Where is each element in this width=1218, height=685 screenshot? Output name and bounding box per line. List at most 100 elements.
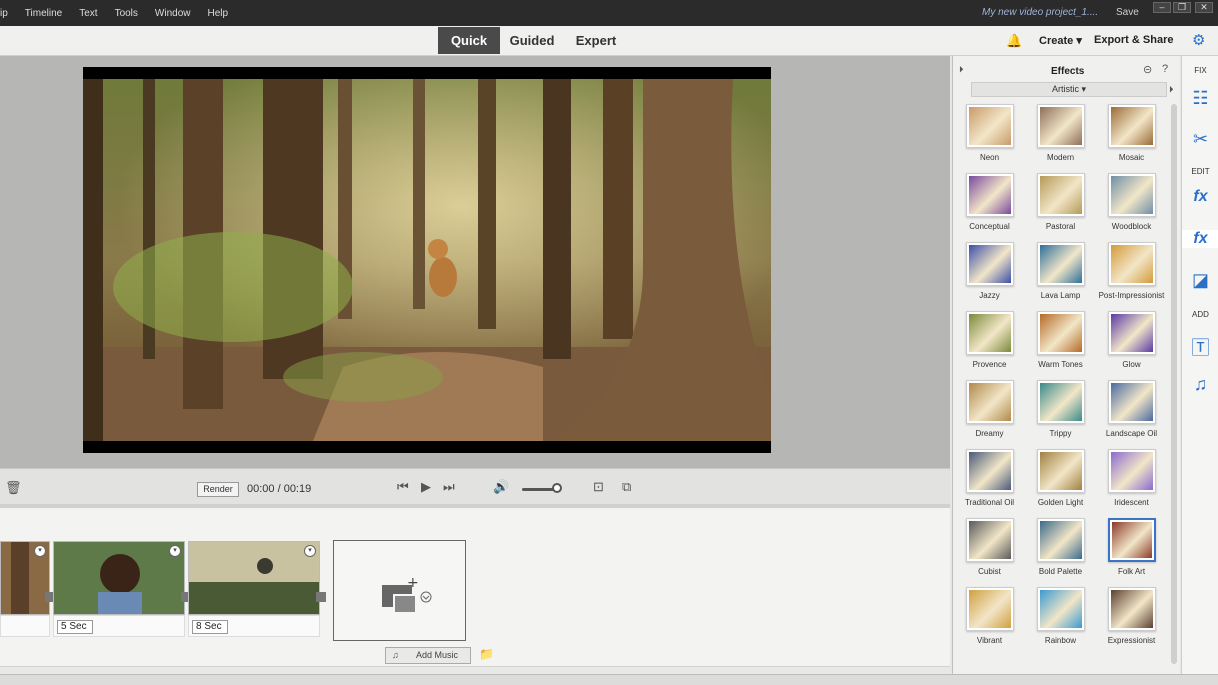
effect-tile[interactable]: Dreamy	[954, 380, 1025, 449]
music-icon[interactable]: ♫	[1182, 374, 1218, 395]
effect-tile[interactable]: Cubist	[954, 518, 1025, 587]
effect-label: Dreamy	[975, 429, 1004, 438]
effect-tile[interactable]: Conceptual	[954, 173, 1025, 242]
monitor-icon[interactable]: ⊡	[593, 479, 604, 495]
transitions-icon[interactable]: ◪	[1182, 270, 1218, 291]
menu-tools[interactable]: Tools	[107, 8, 147, 19]
effect-thumbnail	[1107, 518, 1156, 562]
tab-quick[interactable]: Quick	[438, 27, 500, 54]
menu-window[interactable]: Window	[147, 8, 200, 19]
tools-icon[interactable]: ✂	[1182, 129, 1218, 150]
trash-icon[interactable]: 🗑	[5, 480, 22, 496]
caret-down-icon: ▾	[1076, 35, 1082, 47]
clip-duration[interactable]: 8 Sec	[192, 620, 228, 634]
adjustments-icon[interactable]: ☷	[1182, 88, 1218, 109]
effect-tile[interactable]: Warm Tones	[1025, 311, 1096, 380]
effect-tile[interactable]: Woodblock	[1096, 173, 1167, 242]
clip-dropdown-icon[interactable]: ▾	[169, 545, 181, 557]
fullscreen-icon[interactable]: ⧉	[622, 479, 631, 495]
forest-scene-image	[83, 67, 771, 453]
minimize-button[interactable]: –	[1153, 2, 1171, 13]
create-menu[interactable]: Create ▾	[1039, 34, 1082, 47]
effect-thumbnail	[965, 449, 1014, 493]
close-button[interactable]: ✕	[1195, 2, 1213, 13]
effect-tile[interactable]: Expressionist	[1096, 587, 1167, 656]
scrollbar-thumb[interactable]	[1171, 104, 1177, 664]
collapse-icon[interactable]: ⏵	[959, 64, 964, 75]
effect-tile[interactable]: Mosaic	[1096, 104, 1167, 173]
effects-panel: ⏵ Effects ⊝ ? Artistic ▾ ⏵ Neon Modern Mos…	[952, 56, 1180, 674]
render-button[interactable]: Render	[197, 482, 239, 497]
effects-scrollbar[interactable]	[1171, 104, 1177, 664]
maximize-button[interactable]: ❐	[1173, 2, 1191, 13]
effect-tile[interactable]: Landscape Oil	[1096, 380, 1167, 449]
effects-icon[interactable]: fx	[1182, 230, 1218, 248]
save-link[interactable]: Save	[1116, 7, 1139, 18]
timeline-panel: ▾ ▾ 5 Sec ▾ 8 Sec + ♫ Add Music 📁	[0, 504, 950, 674]
clip-duration[interactable]: 5 Sec	[57, 620, 93, 634]
menu-help[interactable]: Help	[200, 8, 238, 19]
effects-category-select[interactable]: Artistic ▾	[971, 82, 1167, 97]
effect-label: Folk Art	[1117, 567, 1146, 576]
effect-tile[interactable]: Folk Art	[1096, 518, 1167, 587]
effect-preview-image	[1039, 521, 1082, 559]
effect-tile[interactable]: Neon	[954, 104, 1025, 173]
effect-tile[interactable]: Post-Impressionist	[1096, 242, 1167, 311]
effect-tile[interactable]: Traditional Oil	[954, 449, 1025, 518]
status-bar	[0, 674, 1218, 685]
clip-trim-handle[interactable]	[316, 592, 326, 602]
export-share-button[interactable]: Export & Share	[1094, 34, 1173, 46]
add-media-dropzone[interactable]: +	[333, 540, 466, 641]
effect-tile[interactable]: Jazzy	[954, 242, 1025, 311]
effect-tile[interactable]: Provence	[954, 311, 1025, 380]
titles-icon[interactable]: 🅃	[1182, 334, 1218, 360]
effect-tile[interactable]: Golden Light	[1025, 449, 1096, 518]
effect-label: Modern	[1046, 153, 1075, 162]
clip-dropdown-icon[interactable]: ▾	[304, 545, 316, 557]
video-preview[interactable]	[83, 67, 771, 453]
effect-tile[interactable]: Vibrant	[954, 587, 1025, 656]
clip-thumbnail[interactable]: ▾	[188, 541, 320, 615]
play-icon[interactable]: ▶	[421, 479, 431, 495]
add-music-button[interactable]: ♫ Add Music	[385, 647, 471, 664]
effect-preview-image	[1110, 245, 1153, 283]
effect-thumbnail	[965, 173, 1014, 217]
effect-thumbnail	[1036, 311, 1085, 355]
volume-icon[interactable]: 🔊	[493, 479, 509, 495]
volume-slider-knob[interactable]	[552, 483, 562, 493]
clip-image	[54, 542, 184, 614]
effect-tile[interactable]: Rainbow	[1025, 587, 1096, 656]
help-icon[interactable]: ?	[1162, 63, 1168, 75]
menu-timeline[interactable]: Timeline	[17, 8, 71, 19]
panel-options-icon[interactable]: ⊝	[1143, 63, 1152, 76]
effect-tile[interactable]: Iridescent	[1096, 449, 1167, 518]
folder-icon[interactable]: 📁	[479, 647, 494, 661]
effect-tile[interactable]: Bold Palette	[1025, 518, 1096, 587]
timeline-scrollbar[interactable]	[0, 666, 950, 674]
effect-tile[interactable]: Modern	[1025, 104, 1096, 173]
effect-tile[interactable]: Lava Lamp	[1025, 242, 1096, 311]
notification-bell-icon[interactable]: 🔔	[1006, 33, 1022, 49]
tab-guided[interactable]: Guided	[503, 27, 561, 54]
playback-controls: 🗑 Render 00:00 / 00:19 ⏮ ▶ ⏭ 🔊 ⊡ ⧉	[0, 468, 950, 504]
clip-dropdown-icon[interactable]: ▾	[34, 545, 46, 557]
skip-forward-icon[interactable]: ⏭	[443, 479, 455, 495]
effect-tile[interactable]: Glow	[1096, 311, 1167, 380]
clip-image	[189, 542, 319, 614]
effect-thumbnail	[1107, 380, 1156, 424]
clip-footer	[0, 615, 50, 637]
effect-preview-image	[1110, 383, 1153, 421]
clip-thumbnail[interactable]: ▾	[53, 541, 185, 615]
next-category-icon[interactable]: ⏵	[1169, 84, 1174, 95]
effects-edit-icon[interactable]: fx	[1182, 188, 1218, 206]
menu-text[interactable]: Text	[71, 8, 106, 19]
clip-thumbnail[interactable]: ▾	[0, 541, 50, 615]
tab-expert[interactable]: Expert	[566, 27, 626, 54]
effect-label: Trippy	[1049, 429, 1072, 438]
menu-item[interactable]: ip	[0, 8, 17, 19]
effect-label: Post-Impressionist	[1098, 291, 1165, 300]
effect-tile[interactable]: Pastoral	[1025, 173, 1096, 242]
skip-back-icon[interactable]: ⏮	[397, 479, 409, 495]
effect-tile[interactable]: Trippy	[1025, 380, 1096, 449]
gear-icon[interactable]: ⚙	[1192, 31, 1205, 49]
